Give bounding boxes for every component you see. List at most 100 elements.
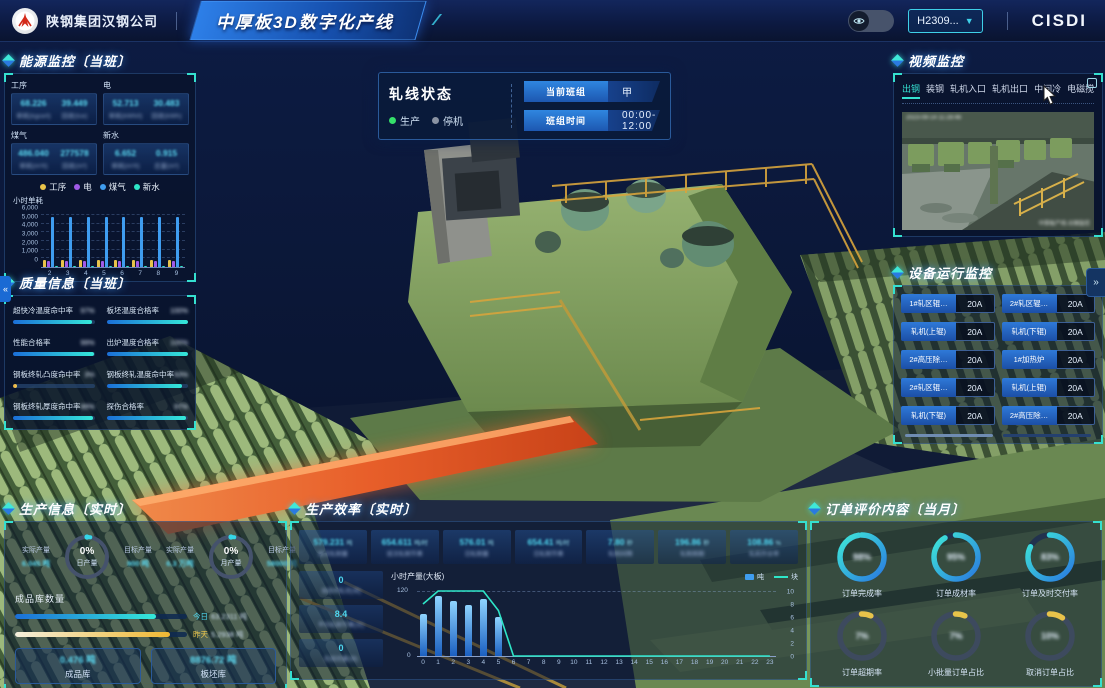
progress-fill: [107, 416, 186, 420]
status-legend-production: 生产: [389, 113, 420, 128]
line-selector-dropdown[interactable]: H2309... ▼: [908, 9, 983, 33]
panel-diamond-icon: [2, 54, 15, 67]
x-tick-label: 16: [661, 659, 668, 666]
video-tab-2[interactable]: 装钢: [926, 82, 944, 98]
current-shift-label: 当前班组: [524, 81, 608, 102]
donut-value: 95%: [929, 530, 983, 584]
donut-value: 83%: [1023, 530, 1077, 584]
quality-metric-label: 出炉温度合格率: [107, 337, 160, 348]
quality-metric: 钢板终轧凸度命中率3%: [13, 369, 95, 388]
corner-bracket: [187, 73, 196, 82]
series-bar: [101, 261, 104, 267]
stat-label: 轧制间隔: [608, 549, 632, 558]
right-tick-label: 0: [790, 654, 794, 661]
x-tick-label: 13: [615, 659, 622, 666]
flame-logo-icon: [15, 11, 35, 31]
energy-metric: 6.652单耗(m³/t): [106, 148, 145, 170]
side-stat-value: 0: [338, 643, 343, 653]
corner-bracket: [810, 678, 819, 687]
y-tick-label: 6,000: [22, 205, 38, 212]
pieces-line-series: [417, 591, 776, 656]
quality-metric-label: 钢板终轧厚度命中率: [13, 401, 81, 412]
corner-bracket: [810, 521, 819, 530]
efficiency-stat-card: 7.80 秒轧制间隔: [586, 530, 654, 564]
equipment-current-value: 20A: [1057, 350, 1096, 369]
corner-bracket: [1094, 228, 1103, 237]
stat-label: 班次轧制量: [318, 549, 348, 558]
side-stat-label: 当班待轧坯(块): [321, 586, 361, 595]
right-panel-collapse-tab[interactable]: »: [1086, 268, 1105, 297]
series-bar: [97, 260, 100, 267]
video-feed[interactable]: 2023-09-14 11:28:46 中厚板产线-出钢监控: [902, 112, 1094, 230]
quality-metric-label: 钢板终轧凸度命中率: [13, 369, 81, 380]
corner-bracket: [893, 73, 902, 82]
video-tab-4[interactable]: 轧机出口: [992, 82, 1028, 98]
equipment-current-value: 20A: [956, 322, 995, 341]
series-bar: [43, 260, 46, 267]
equipment-scrollbar[interactable]: [901, 434, 1095, 437]
energy-group: 电52.713单耗(kWh/t)30.483回收(kWh): [103, 80, 189, 125]
progress-fill: [107, 352, 189, 356]
gridline: [41, 214, 185, 215]
side-stat-card: 0在线坯量(块): [299, 639, 383, 667]
video-tab-5[interactable]: 中间冷: [1034, 82, 1061, 98]
video-tab-1[interactable]: 出钢: [902, 82, 920, 98]
app-header: 陕钢集团汉钢公司 中厚板3D数字化产线 ∕∕ H2309... ▼ CISDI: [0, 0, 1105, 42]
shift-time-label: 班组时间: [524, 110, 608, 131]
visibility-toggle[interactable]: [848, 10, 894, 32]
video-timestamp: 2023-09-14 11:28:46: [906, 115, 961, 121]
energy-value: 39.449: [55, 98, 94, 108]
stat-label: 轧机作业率: [749, 549, 779, 558]
energy-unit-label: 单耗(m³/t): [14, 160, 53, 170]
panel-video-monitor: 视频监控 出钢装钢轧机入口轧机出口中间冷电磁搅: [893, 50, 1103, 237]
equipment-cell: 轧机(上辊)20A: [1002, 378, 1096, 397]
company-name: 陕钢集团汉钢公司: [46, 11, 158, 30]
dashboard-stage: 陕钢集团汉钢公司 中厚板3D数字化产线 ∕∕ H2309... ▼ CISDI: [0, 0, 1105, 688]
equipment-name: 轧机(上辊): [1002, 378, 1057, 397]
energy-metric: 39.449回收(tce): [55, 98, 94, 120]
panel-diamond-icon: [808, 502, 821, 515]
order-donut: 7%小批量订单占比: [911, 609, 1001, 678]
expand-icon[interactable]: [1087, 78, 1097, 88]
quality-metric-value: 100%: [170, 340, 188, 347]
progress-fill: [107, 320, 189, 324]
right-tick-label: 4: [790, 628, 794, 635]
efficiency-stat-card: 196.86 秒轧制周期: [658, 530, 726, 564]
video-tab-3[interactable]: 轧机入口: [950, 82, 986, 98]
series-bar: [150, 260, 153, 267]
stat-label: 班次轧制节奏: [387, 549, 423, 558]
progress-fill: [13, 320, 92, 324]
corner-bracket: [798, 671, 807, 680]
line-legend-icon: [774, 576, 788, 578]
equipment-cell: 轧机(上辊)20A: [901, 322, 995, 341]
x-tick-label: 22: [751, 659, 758, 666]
progress-fill: [13, 384, 17, 388]
panel-diamond-icon: [891, 54, 904, 67]
panel-diamond-icon: [891, 266, 904, 279]
stat-value: 654.611 吨/时: [382, 537, 428, 547]
production-panel-title: 生产信息〔实时〕: [19, 499, 131, 518]
stat-value: 579.231 吨: [313, 537, 352, 547]
finished-store-card: 0.476 吨 成品库: [15, 648, 141, 684]
y-tick-label: 2,000: [22, 239, 38, 246]
header-divider: [176, 12, 177, 30]
donut-label: 取消订单占比: [1026, 667, 1074, 678]
efficiency-stat-card: 654.611 吨/时班次轧制节奏: [371, 530, 439, 564]
shift-time-row: 班组时间 00:00-12:00: [524, 110, 660, 131]
donut-ring: 7%: [835, 609, 889, 663]
order-donut: 95%订单成材率: [911, 530, 1001, 599]
energy-group-box: 486.040单耗(m³/t)277578回收(m³): [11, 143, 97, 175]
equipment-name: 1#轧区辊…: [901, 294, 956, 313]
stat-label: 日轧制节奏: [534, 549, 564, 558]
stat-value: 576.01 吨: [459, 537, 493, 547]
quality-metric-label: 板坯温度合格率: [107, 305, 160, 316]
cisdi-logo: CISDI: [1032, 11, 1087, 31]
corner-bracket: [187, 295, 196, 304]
donut-label: 小批量订单占比: [928, 667, 984, 678]
page-title: 中厚板3D数字化产线: [216, 8, 394, 33]
energy-chart-label: 小时单耗: [13, 195, 189, 206]
status-legend-stopped: 停机: [432, 113, 463, 128]
equipment-current-value: 20A: [1057, 406, 1096, 425]
series-bar: [114, 260, 117, 267]
left-panel-collapse-tab[interactable]: «: [0, 276, 11, 302]
